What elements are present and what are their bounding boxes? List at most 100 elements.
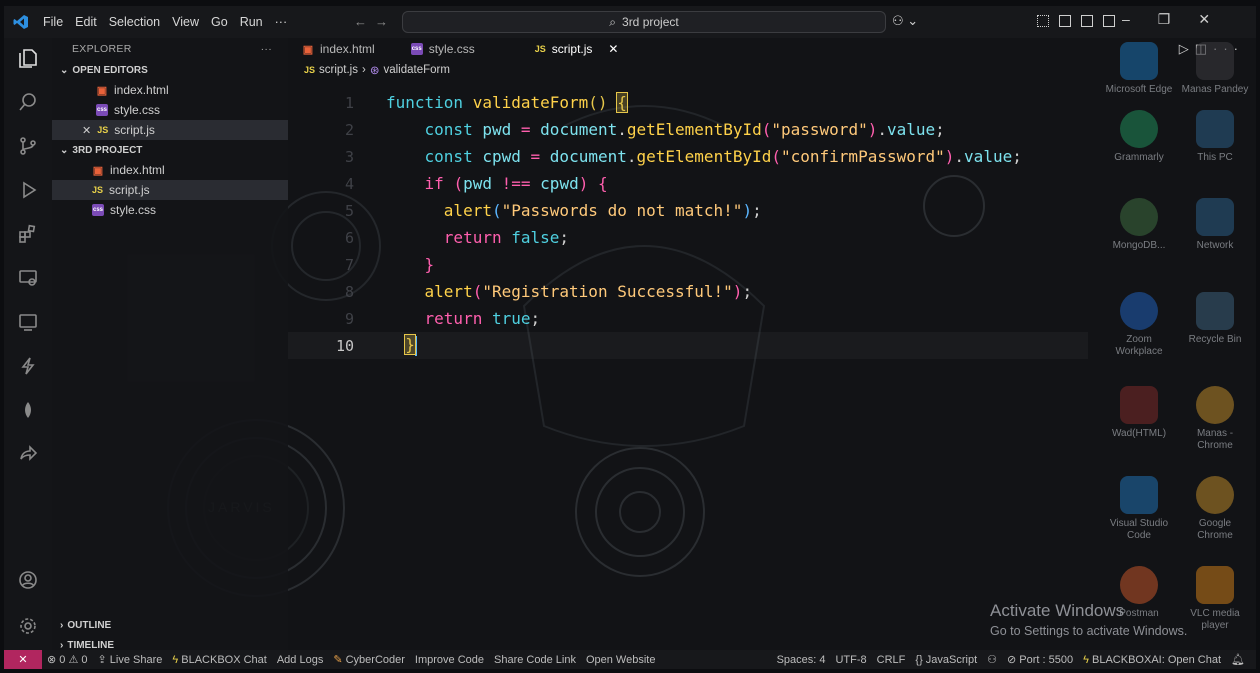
desktop-icon[interactable]: MongoDB... <box>1104 198 1174 252</box>
mongodb-icon[interactable] <box>16 398 40 422</box>
language-mode-indicator[interactable]: {} JavaScript <box>910 654 982 666</box>
bolt-icon: ϟ <box>1083 653 1093 666</box>
outline-section[interactable]: › OUTLINE <box>52 615 288 635</box>
menu-more[interactable]: ··· <box>270 15 293 29</box>
desktop-icon[interactable]: Microsoft Edge <box>1104 42 1174 96</box>
file-tree-item[interactable]: css style.css <box>52 200 288 220</box>
desktop-icon[interactable]: Grammarly <box>1104 110 1174 164</box>
desktop-icon[interactable]: Manas Pandey <box>1180 42 1250 96</box>
line-number: 4 <box>344 174 354 193</box>
share-code-link-button[interactable]: Share Code Link <box>489 654 581 666</box>
desktop-icon-label: Wad(HTML) <box>1111 428 1167 439</box>
testing-icon[interactable] <box>16 310 40 334</box>
close-window-icon[interactable]: ✕ <box>1198 11 1210 28</box>
search-view-icon[interactable] <box>16 90 40 114</box>
user-folder-icon <box>1196 42 1234 80</box>
line-ending-indicator[interactable]: CRLF <box>872 654 911 666</box>
chevron-down-icon: ⌄ <box>60 144 69 156</box>
improve-code-button[interactable]: Improve Code <box>410 654 489 666</box>
open-website-button[interactable]: Open Website <box>581 654 661 666</box>
live-share-button[interactable]: ⇪ Live Share <box>92 653 167 666</box>
toggle-secondary-sidebar-icon[interactable] <box>1103 15 1115 27</box>
desktop-icon[interactable]: Zoom Workplace <box>1104 292 1174 358</box>
toggle-sidebar-icon[interactable] <box>1059 15 1071 27</box>
line-number: 1 <box>344 93 354 112</box>
code-line: 1 function validateForm() { <box>288 89 1088 116</box>
desktop-icon[interactable]: Wad(HTML) <box>1104 386 1174 440</box>
menu-view[interactable]: View <box>167 15 204 29</box>
desktop-icon[interactable]: VLC media player <box>1180 566 1250 632</box>
desktop-icon[interactable]: Network <box>1180 198 1250 252</box>
minimize-icon[interactable]: – <box>1122 11 1130 28</box>
status-label: BLACKBOX Chat <box>181 653 267 666</box>
tab-index-html[interactable]: ▣ index.html <box>288 38 389 60</box>
explorer-more-icon[interactable]: ··· <box>261 43 272 55</box>
open-editor-item[interactable]: css style.css <box>52 100 288 120</box>
status-label: CyberCoder <box>345 654 405 666</box>
source-control-icon[interactable] <box>16 134 40 158</box>
blackbox-chat-button[interactable]: ϟ BLACKBOX Chat <box>167 654 271 666</box>
live-server-port[interactable]: ⊘ Port : 5500 <box>1002 653 1078 666</box>
file-tree-item[interactable]: JS script.js <box>52 180 288 200</box>
indentation-indicator[interactable]: Spaces: 4 <box>772 654 831 666</box>
open-editor-item[interactable]: ✕ JS script.js <box>52 120 288 140</box>
toggle-panel-icon[interactable] <box>1081 15 1093 27</box>
explorer-title: EXPLORER <box>72 43 132 55</box>
menu-file[interactable]: File <box>38 15 68 29</box>
copilot-status-icon[interactable]: ⚇ <box>982 653 1002 666</box>
project-folder-label: 3RD PROJECT <box>72 144 143 156</box>
close-editor-icon[interactable]: ✕ <box>82 124 91 137</box>
project-section[interactable]: ⌄ 3RD PROJECT <box>52 140 288 160</box>
settings-gear-icon[interactable] <box>16 614 40 638</box>
file-label: index.html <box>110 163 165 177</box>
back-arrow-icon[interactable]: ← <box>354 14 375 29</box>
css-file-icon: css <box>92 204 104 216</box>
breadcrumb-symbol[interactable]: validateForm <box>383 64 449 76</box>
forward-arrow-icon[interactable]: → <box>375 14 396 29</box>
menu-edit[interactable]: Edit <box>70 15 102 29</box>
live-share-icon[interactable] <box>16 442 40 466</box>
search-label: 3rd project <box>622 15 679 29</box>
copilot-icon[interactable]: ⚇ ⌄ <box>892 13 918 29</box>
menu-run[interactable]: Run <box>235 15 268 29</box>
sidebar-bottom-sections: › OUTLINE › TIMELINE <box>52 615 288 655</box>
customize-layout-icon[interactable] <box>1037 15 1049 27</box>
cybercoder-button[interactable]: ✎ CyberCoder <box>328 653 410 666</box>
menu-selection[interactable]: Selection <box>104 15 165 29</box>
code-text: function validateForm() { <box>386 92 628 113</box>
remote-indicator-icon[interactable]: ✕ <box>4 650 42 669</box>
close-tab-icon[interactable]: ✕ <box>608 42 618 56</box>
blackboxai-chat-button[interactable]: ϟ BLACKBOXAI: Open Chat <box>1078 654 1226 666</box>
zoom-icon <box>1120 292 1158 330</box>
desktop-icon[interactable]: Google Chrome <box>1180 476 1250 542</box>
menu-go[interactable]: Go <box>206 15 233 29</box>
tab-script-js[interactable]: JS script.js ✕ <box>489 38 633 60</box>
title-bar: File Edit Selection View Go Run ··· ←→ ⌕… <box>4 6 1256 38</box>
command-center-search[interactable]: ⌕ 3rd project <box>402 11 886 33</box>
grammarly-icon <box>1120 110 1158 148</box>
blackbox-icon[interactable] <box>16 354 40 378</box>
desktop-icon[interactable]: Manas - Chrome <box>1180 386 1250 452</box>
problems-indicator[interactable]: ⊗ 0 ⚠ 0 <box>42 653 92 666</box>
extensions-icon[interactable] <box>16 222 40 246</box>
desktop-icon[interactable]: This PC <box>1180 110 1250 164</box>
breadcrumb-file[interactable]: script.js <box>319 64 358 76</box>
tab-style-css[interactable]: css style.css <box>389 38 489 60</box>
desktop-icon[interactable]: Recycle Bin <box>1180 292 1250 346</box>
restore-icon[interactable]: ❐ <box>1158 11 1171 28</box>
open-editors-section[interactable]: ⌄ OPEN EDITORS <box>52 60 288 80</box>
desktop-icon[interactable]: Visual Studio Code <box>1104 476 1174 542</box>
desktop-icon-label: Manas Pandey <box>1181 84 1249 95</box>
explorer-icon[interactable] <box>16 46 40 70</box>
css-file-icon: css <box>410 43 423 55</box>
notifications-bell-icon[interactable]: 🔔︎ <box>1226 653 1250 666</box>
open-editor-item[interactable]: ▣ index.html <box>52 80 288 100</box>
account-icon[interactable] <box>16 568 40 592</box>
encoding-indicator[interactable]: UTF-8 <box>830 654 871 666</box>
run-debug-icon[interactable] <box>16 178 40 202</box>
code-editor[interactable]: 1 function validateForm() { 2 const pwd … <box>288 89 1088 389</box>
file-tree-item[interactable]: ▣ index.html <box>52 160 288 180</box>
code-text: return true; <box>424 309 541 328</box>
add-logs-button[interactable]: Add Logs <box>272 654 328 666</box>
remote-explorer-icon[interactable] <box>16 266 40 290</box>
